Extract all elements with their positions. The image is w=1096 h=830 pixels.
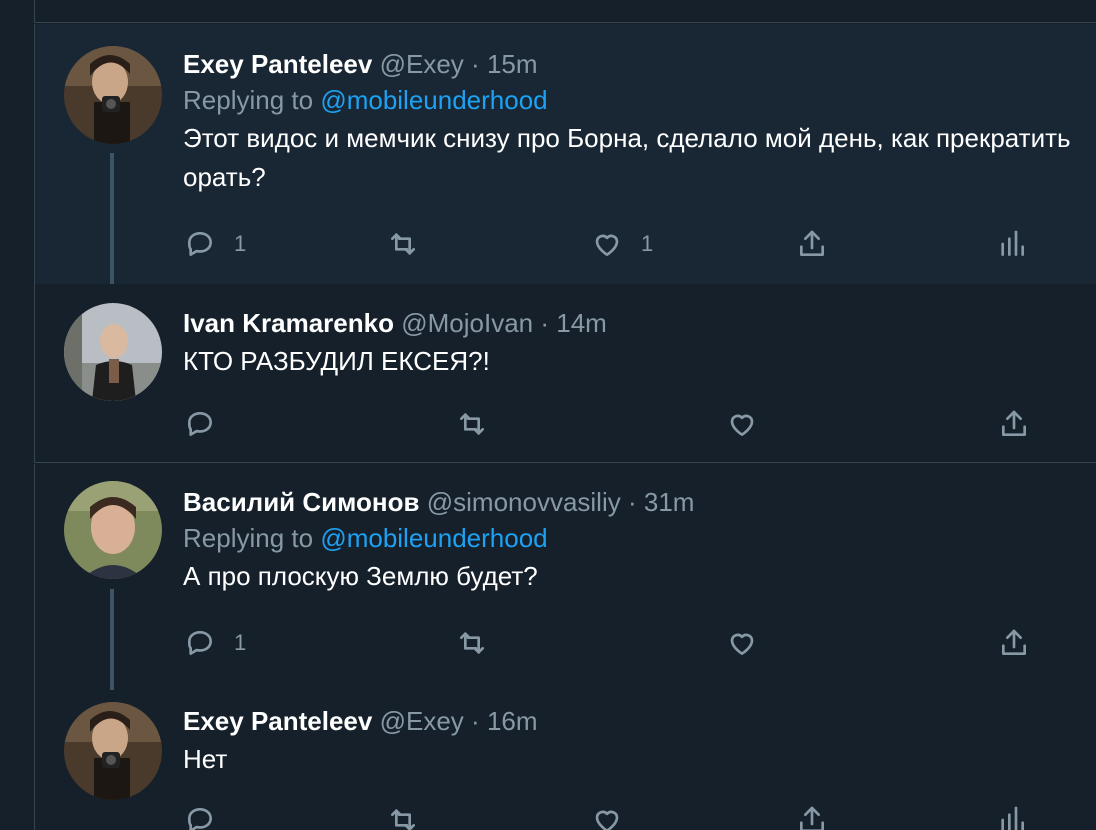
- tweet-header: Exey Panteleev @Exey · 15m: [183, 47, 1082, 81]
- retweet-icon: [387, 228, 419, 260]
- tweet-4[interactable]: Exey Panteleev @Exey · 16m Нет: [34, 690, 1096, 830]
- tweet-feed: Exey Panteleev @Exey · 15m Replying to @…: [0, 0, 1096, 830]
- share-icon: [998, 627, 1030, 659]
- author-name[interactable]: Exey Panteleev: [183, 49, 372, 79]
- tweet-header: Exey Panteleev @Exey · 16m: [183, 704, 1082, 738]
- author-handle[interactable]: @Exey: [380, 706, 464, 736]
- reply-button[interactable]: [184, 802, 234, 830]
- like-icon: [726, 408, 758, 440]
- separator-dot: ·: [471, 706, 480, 736]
- tweet-2[interactable]: Ivan Kramarenko @MojoIvan · 14m КТО РАЗБ…: [34, 284, 1096, 463]
- like-button[interactable]: [726, 625, 776, 661]
- share-button[interactable]: [796, 802, 828, 830]
- share-icon: [998, 408, 1030, 440]
- tweet-header: Ivan Kramarenko @MojoIvan · 14m: [183, 306, 1082, 340]
- analytics-icon: [996, 804, 1028, 830]
- avatar[interactable]: [64, 46, 162, 144]
- retweet-button[interactable]: [387, 226, 437, 262]
- avatar[interactable]: [64, 702, 162, 800]
- reply-count: 1: [234, 630, 247, 655]
- tweet-time[interactable]: 31m: [644, 487, 695, 517]
- like-button[interactable]: 1: [591, 226, 653, 262]
- separator-dot: ·: [471, 49, 480, 79]
- analytics-button[interactable]: [996, 802, 1028, 830]
- analytics-button[interactable]: [996, 226, 1028, 262]
- retweet-icon: [387, 804, 419, 830]
- reply-icon: [184, 228, 216, 260]
- author-handle[interactable]: @simonovvasiliy: [427, 487, 621, 517]
- retweet-button[interactable]: [456, 625, 506, 661]
- previous-tweet-edge: [34, 0, 1096, 23]
- like-icon: [591, 804, 623, 830]
- share-button[interactable]: [998, 625, 1030, 661]
- tweet-time[interactable]: 15m: [487, 49, 538, 79]
- retweet-icon: [456, 408, 488, 440]
- share-button[interactable]: [796, 226, 828, 262]
- tweet-1[interactable]: Exey Panteleev @Exey · 15m Replying to @…: [34, 24, 1096, 284]
- retweet-icon: [456, 627, 488, 659]
- replying-label: Replying to: [183, 85, 321, 115]
- tweet-text: КТО РАЗБУДИЛ ЕКСЕЯ?!: [183, 346, 490, 376]
- tweet-time[interactable]: 14m: [556, 308, 607, 338]
- replying-to: Replying to @mobileunderhood: [183, 81, 1082, 119]
- reply-button[interactable]: 1: [184, 625, 246, 661]
- share-icon: [796, 804, 828, 830]
- retweet-button[interactable]: [387, 802, 437, 830]
- tweet-header: Василий Симонов @simonovvasiliy · 31m: [183, 485, 1082, 519]
- like-count: 1: [641, 231, 654, 256]
- separator-dot: ·: [627, 487, 637, 517]
- reply-count: 1: [234, 231, 247, 256]
- avatar[interactable]: [64, 303, 162, 401]
- reply-button[interactable]: 1: [184, 226, 246, 262]
- mention-link[interactable]: @mobileunderhood: [320, 85, 547, 115]
- author-name[interactable]: Ivan Kramarenko: [183, 308, 394, 338]
- author-name[interactable]: Exey Panteleev: [183, 706, 372, 736]
- author-name[interactable]: Василий Симонов: [183, 487, 420, 517]
- thread-line: [110, 153, 114, 284]
- reply-icon: [184, 408, 216, 440]
- author-handle[interactable]: @MojoIvan: [401, 308, 533, 338]
- tweet-text: А про плоскую Землю будет?: [183, 561, 538, 591]
- mention-link[interactable]: @mobileunderhood: [320, 523, 547, 553]
- separator-dot: ·: [540, 308, 550, 338]
- share-icon: [796, 228, 828, 260]
- reply-icon: [184, 627, 216, 659]
- replying-label: Replying to: [183, 523, 321, 553]
- reply-button[interactable]: [184, 406, 234, 442]
- reply-icon: [184, 804, 216, 830]
- analytics-icon: [996, 228, 1028, 260]
- retweet-button[interactable]: [456, 406, 506, 442]
- replying-to: Replying to @mobileunderhood: [183, 519, 1082, 557]
- author-handle[interactable]: @Exey: [380, 49, 464, 79]
- avatar[interactable]: [64, 481, 162, 579]
- tweet-text: Нет: [183, 744, 228, 774]
- tweet-3[interactable]: Василий Симонов @simonovvasiliy · 31m Re…: [34, 464, 1096, 690]
- thread-line: [110, 589, 114, 690]
- like-icon: [591, 228, 623, 260]
- tweet-time[interactable]: 16m: [487, 706, 538, 736]
- share-button[interactable]: [998, 406, 1030, 442]
- tweet-text: Этот видос и мемчик снизу про Борна, сде…: [183, 123, 1071, 192]
- like-button[interactable]: [726, 406, 776, 442]
- like-icon: [726, 627, 758, 659]
- like-button[interactable]: [591, 802, 641, 830]
